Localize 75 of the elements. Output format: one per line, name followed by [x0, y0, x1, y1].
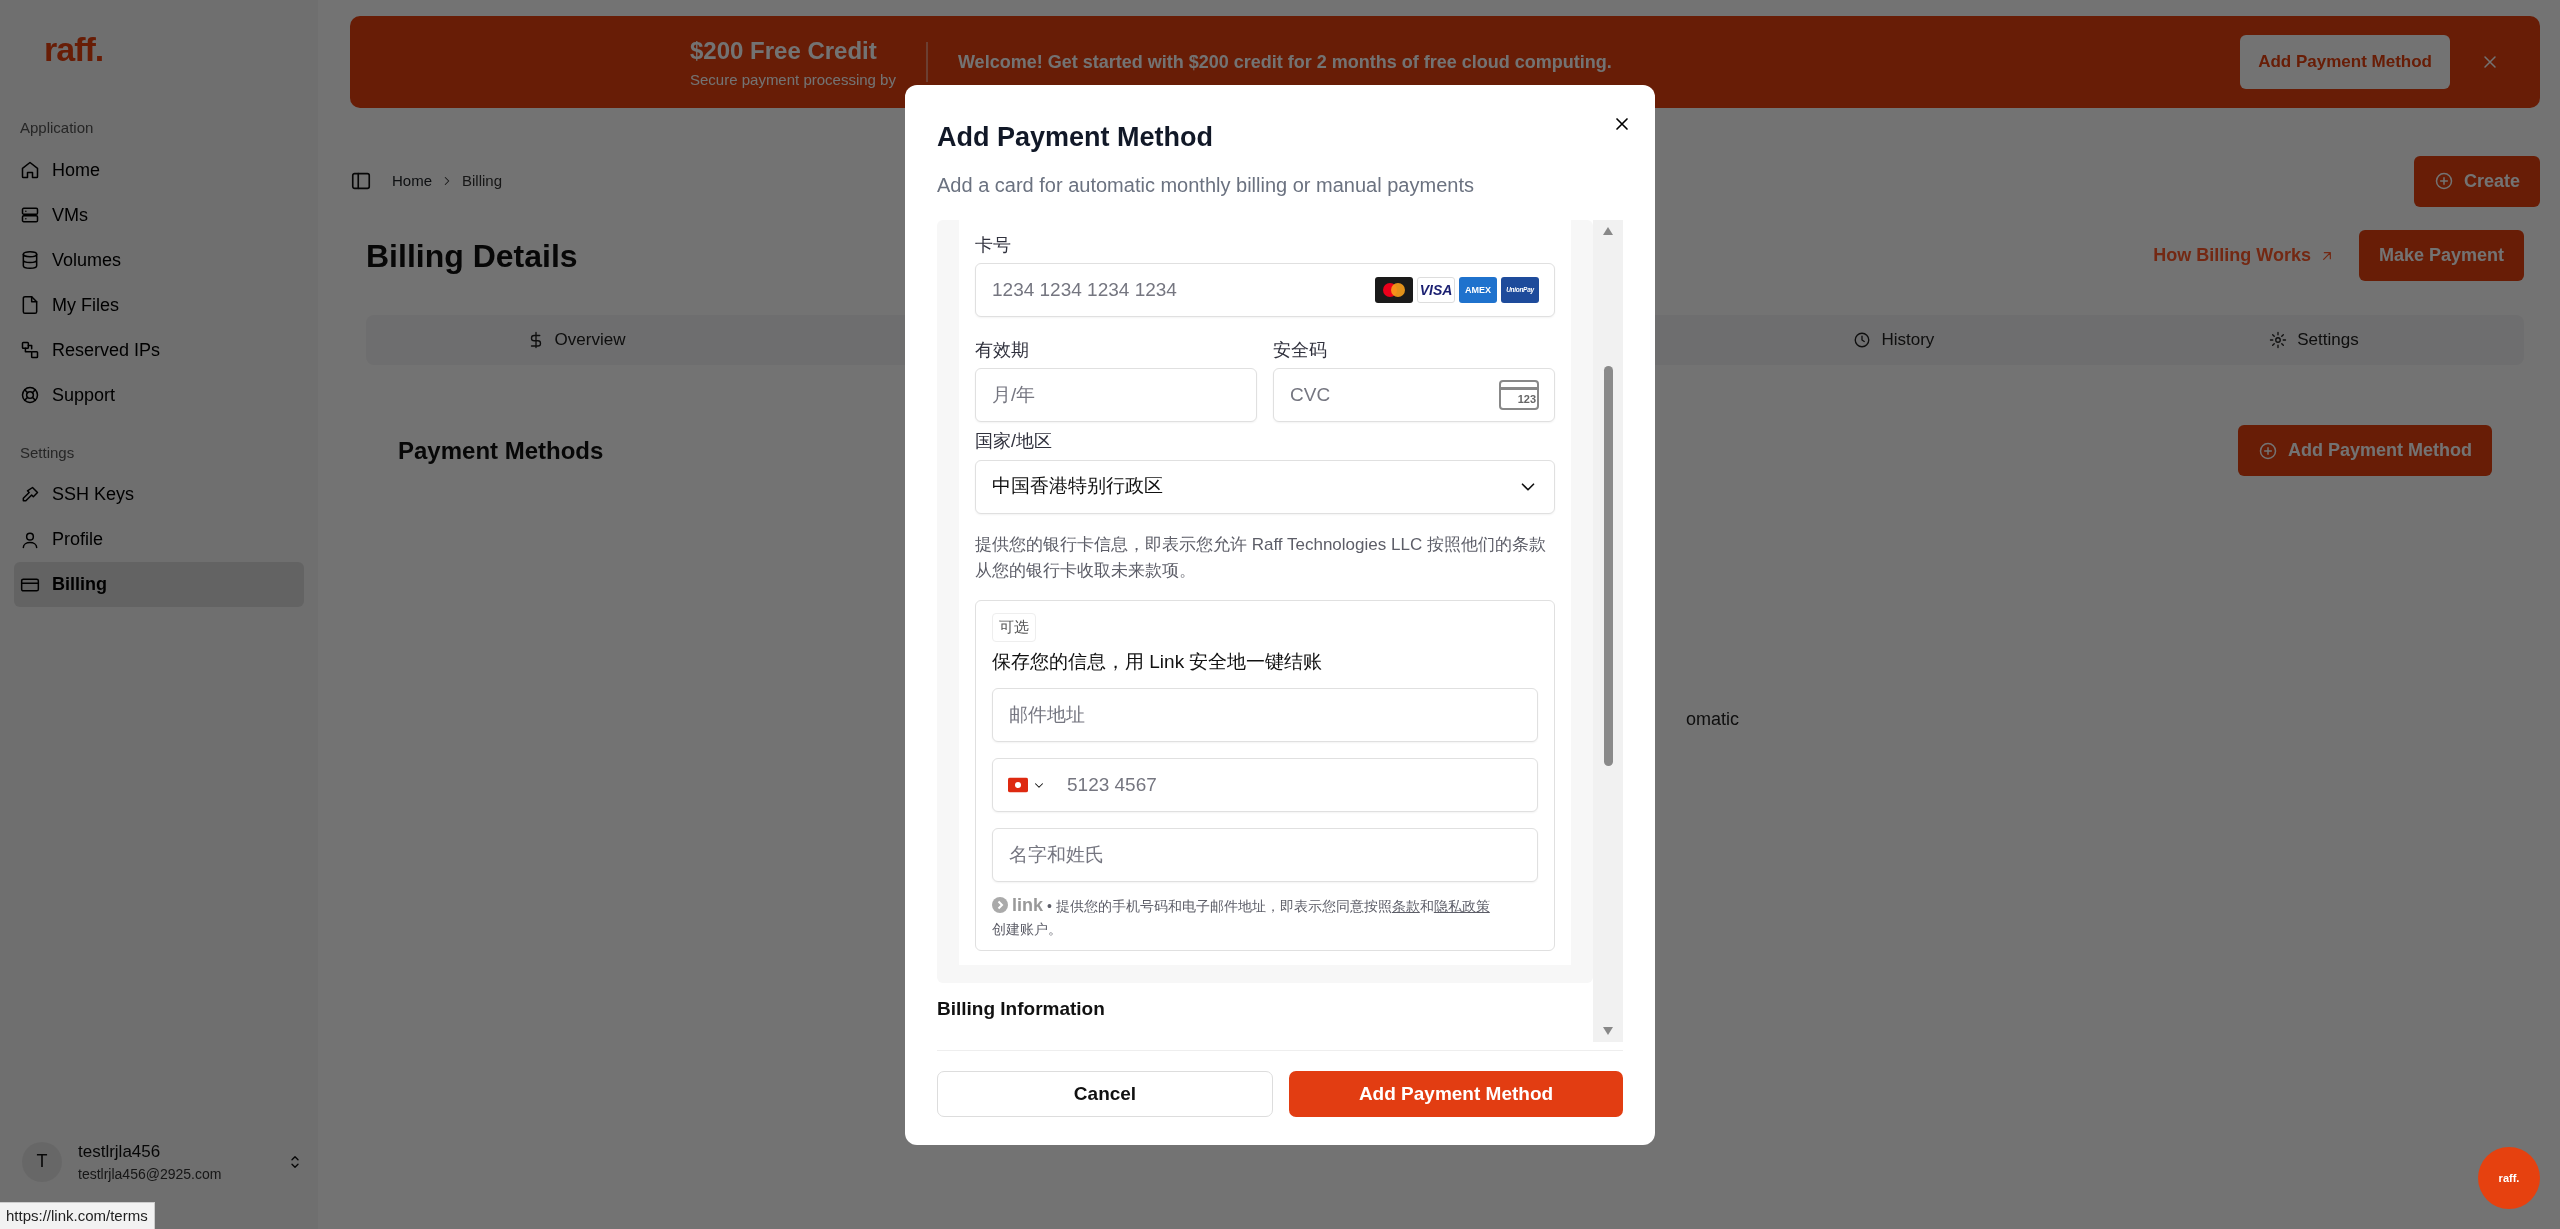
add-payment-button[interactable]: Add Payment Method	[2240, 35, 2450, 89]
field-label: 国家/地区	[975, 430, 1052, 454]
sidebar-item[interactable]: Support	[14, 372, 304, 418]
scrollbar-thumb[interactable]	[1603, 365, 1613, 766]
field-label: 有效期	[975, 338, 1029, 362]
sidebar-item[interactable]: VMs	[14, 192, 304, 238]
key-icon	[20, 484, 40, 505]
modal-subtitle: Add a card for automatic monthly billing or manual payments	[937, 172, 1474, 198]
plus-circle-icon	[2258, 440, 2278, 461]
add-payment-button[interactable]: Add Payment Method	[2238, 425, 2492, 476]
empty-state-text: omatic	[1686, 708, 1739, 731]
page-title: Billing Details	[366, 236, 578, 276]
sidebar-item[interactable]: Billing	[14, 562, 304, 607]
expiry-field[interactable]: 月/年	[975, 368, 1257, 423]
terms-link[interactable]: 条款	[1391, 898, 1420, 915]
user-name: testlrjla456	[78, 1140, 161, 1163]
lifebuoy-icon	[20, 385, 40, 405]
status-bar-url: https://link.com/terms	[0, 1201, 155, 1229]
modal-title: Add Payment Method	[937, 121, 1213, 154]
section-title: Settings	[20, 442, 75, 463]
user-email: testlrjla456@2925.com	[78, 1165, 222, 1184]
tab[interactable]: Settings	[2103, 315, 2524, 365]
network-icon	[20, 340, 40, 360]
sidebar-item[interactable]: Reserved IPs	[14, 327, 304, 373]
server-icon	[20, 205, 40, 225]
scrollbar[interactable]	[1593, 219, 1623, 1042]
sidebar-item[interactable]: Volumes	[14, 237, 304, 283]
country-select[interactable]: 中国香港特别行政区	[975, 459, 1555, 514]
cvc-card-icon: 123	[1499, 380, 1539, 411]
file-icon	[20, 295, 40, 315]
visa-logo: VISA	[1417, 276, 1455, 303]
section-title: Billing Information	[937, 997, 1105, 1022]
scroll-up-icon[interactable]	[1602, 225, 1614, 236]
scroll-down-icon[interactable]	[1602, 1026, 1614, 1036]
link-logo-icon	[992, 897, 1008, 914]
cancel-button[interactable]: Cancel	[937, 1071, 1273, 1117]
optional-tag: 可选	[992, 613, 1036, 642]
clock-icon	[1853, 331, 1872, 349]
user-avatar: T	[22, 1141, 62, 1182]
how-billing-works-link[interactable]: How Billing Works	[2153, 242, 2335, 269]
make-payment-button[interactable]: Make Payment	[2358, 230, 2524, 281]
chat-launcher[interactable]: raff.	[2478, 1147, 2540, 1209]
gear-icon	[2269, 331, 2288, 349]
phone-field[interactable]: 5123 4567	[992, 758, 1538, 813]
breadcrumb-link[interactable]: Home	[392, 169, 432, 193]
banner-title: $200 Free Credit	[690, 35, 877, 66]
database-icon	[20, 250, 40, 270]
link-title: 保存您的信息，用 Link 安全地一键结账	[992, 650, 1323, 672]
link-legal-text: link • 提供您的手机号码和电子邮件地址，即表示您同意按照条款和隐私政策 创建账户。	[992, 894, 1491, 940]
tab[interactable]: Overview	[366, 315, 787, 365]
section-title: Payment Methods	[398, 435, 604, 466]
privacy-link[interactable]: 隐私政策	[1433, 898, 1490, 915]
name-field[interactable]: 名字和姓氏	[992, 828, 1538, 883]
create-button[interactable]: Create	[2413, 155, 2540, 207]
sidebar-item[interactable]: Profile	[14, 517, 304, 562]
sidebar-toggle-icon	[350, 170, 372, 192]
amex-logo: AMEX	[1459, 276, 1497, 303]
submit-button[interactable]: Add Payment Method	[1289, 1071, 1623, 1117]
breadcrumb-current: Billing	[462, 170, 503, 191]
home-icon	[20, 160, 40, 180]
field-label: 卡号	[975, 233, 1011, 257]
sidebar-item[interactable]: SSH Keys	[14, 472, 304, 517]
email-field[interactable]: 邮件地址	[992, 688, 1538, 743]
banner-message: Welcome! Get started with $200 credit for 2 months of free cloud computing.	[957, 51, 1612, 72]
banner-subtitle: Secure payment processing by	[690, 69, 896, 90]
mastercard-logo-icon	[1375, 276, 1413, 303]
consent-text: 提供您的银行卡信息，即表示您允许 Raff Technologies LLC 按照他们的条款从您的银行卡收取未来款项。	[975, 533, 1547, 582]
country-code-picker[interactable]	[1008, 777, 1046, 793]
tab[interactable]: History	[1683, 315, 2104, 365]
sidebar-item[interactable]: Home	[14, 147, 304, 193]
plus-circle-icon	[2433, 171, 2454, 191]
section-title: Application	[20, 118, 94, 138]
field-label: 安全码	[1273, 338, 1327, 362]
logo: raff.	[44, 29, 104, 70]
sidebar-item[interactable]: My Files	[14, 282, 304, 328]
